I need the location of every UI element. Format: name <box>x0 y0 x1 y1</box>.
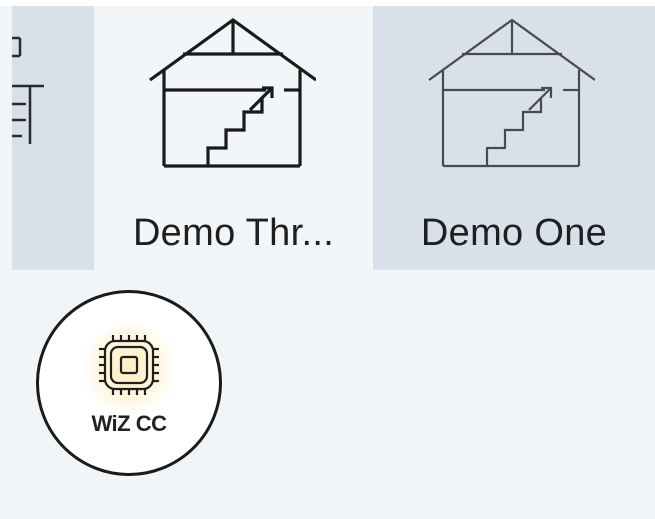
house-stairs-icon <box>428 18 595 168</box>
wiz-cc-label: WiZ CC <box>91 411 167 436</box>
room-tile-label: Demo One <box>420 212 608 254</box>
partial-house-icon <box>12 36 44 144</box>
wiz-cc-button[interactable]: WiZ CC <box>36 290 222 476</box>
left-gutter <box>0 6 12 270</box>
house-stairs-icon <box>149 18 316 168</box>
room-tile-demo-one[interactable]: Demo One <box>373 6 655 270</box>
room-tiles-row: Demo Thr... Demo One <box>0 6 655 270</box>
room-tile-partial[interactable] <box>12 6 94 270</box>
room-tile-label: Demo Thr... <box>132 212 335 254</box>
chip-icon <box>99 335 159 395</box>
room-tile-demo-three[interactable]: Demo Thr... <box>94 6 373 270</box>
